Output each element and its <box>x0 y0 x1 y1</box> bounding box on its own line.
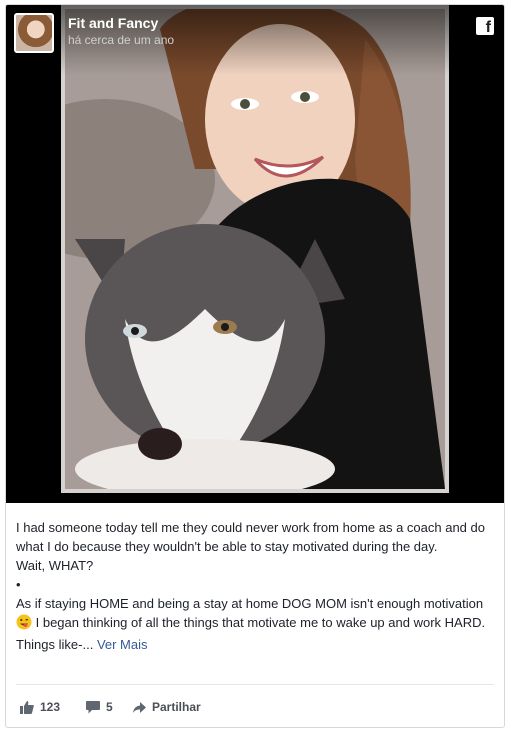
post-actions: 123 5 Partilhar <box>16 684 494 725</box>
post-text: I had someone today tell me they could n… <box>16 518 492 654</box>
post-bullet: • <box>16 577 21 592</box>
page-name-link[interactable]: Fit and Fancy <box>68 15 174 32</box>
facebook-icon[interactable]: f <box>476 17 494 36</box>
post-text-segment: I began thinking of all the things that … <box>16 615 486 652</box>
post-media[interactable]: Fit and Fancy há cerca de um ano f <box>6 5 504 503</box>
post-header: Fit and Fancy há cerca de um ano <box>14 13 174 61</box>
post-paragraph: Wait, WHAT? <box>16 558 94 573</box>
photo-image <box>65 9 445 489</box>
page-avatar[interactable] <box>14 13 54 53</box>
thumbs-up-icon <box>20 700 34 714</box>
share-label: Partilhar <box>152 700 201 714</box>
page-meta: Fit and Fancy há cerca de um ano <box>68 15 174 49</box>
post-text-segment: As if staying HOME and being a stay at h… <box>16 596 484 611</box>
share-arrow-icon <box>133 701 146 713</box>
share-button[interactable]: Partilhar <box>133 700 201 714</box>
comment-icon <box>86 700 100 713</box>
like-count: 123 <box>40 700 61 714</box>
post-card: Fit and Fancy há cerca de um ano f I had… <box>5 4 505 728</box>
post-paragraph: I had someone today tell me they could n… <box>16 520 485 554</box>
winking-tongue-emoji-icon <box>16 614 32 635</box>
like-button[interactable]: 123 <box>20 700 60 714</box>
post-paragraph: As if staying HOME and being a stay at h… <box>16 594 492 654</box>
comment-count: 5 <box>106 700 113 714</box>
post-timestamp[interactable]: há cerca de um ano <box>68 32 174 49</box>
comment-button[interactable]: 5 <box>86 700 113 714</box>
selfie-woman-husky-illustration <box>65 9 445 489</box>
see-more-link[interactable]: Ver Mais <box>97 637 148 652</box>
post-photo[interactable] <box>61 5 449 493</box>
